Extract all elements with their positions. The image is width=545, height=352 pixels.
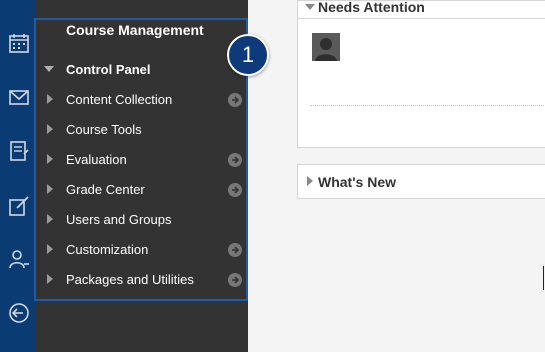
module-header[interactable]: Needs Attention (298, 0, 545, 19)
left-icon-rail (0, 0, 36, 352)
step-badge: 1 (227, 34, 269, 76)
grades-icon[interactable] (8, 140, 30, 162)
divider (310, 105, 545, 106)
edit-icon[interactable] (8, 195, 30, 217)
text-cursor (543, 266, 544, 290)
whats-new-module[interactable]: What's New (297, 164, 545, 199)
whats-new-title: What's New (318, 174, 397, 190)
caret-down-icon (305, 4, 315, 10)
needs-attention-module: Needs Attention (297, 0, 545, 148)
caret-right-icon (307, 176, 313, 186)
logout-icon[interactable] (8, 302, 30, 324)
calendar-icon[interactable] (8, 32, 30, 54)
highlight-box (34, 18, 248, 301)
avatar (312, 33, 340, 61)
people-icon[interactable] (8, 248, 30, 270)
mail-icon[interactable] (8, 86, 30, 108)
needs-attention-title: Needs Attention (318, 0, 425, 15)
